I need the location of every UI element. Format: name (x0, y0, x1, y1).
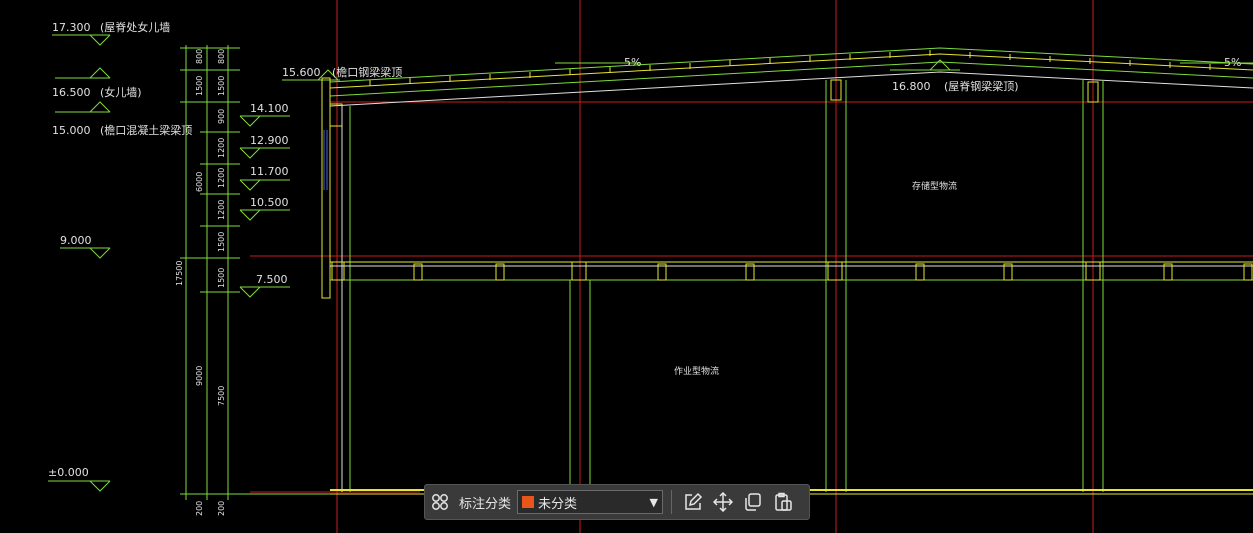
elev-value: 7.500 (256, 273, 288, 286)
chevron-down-icon: ▼ (649, 495, 659, 509)
eave-elev-value: 15.600 (282, 66, 321, 79)
cad-drawing-canvas[interactable]: 17.300 (屋脊处女儿墙 16.500 (女儿墙) 15.000 (檐口混凝… (0, 0, 1253, 533)
dim-label: 1500 (217, 76, 226, 96)
room-labels: 存储型物流 作业型物流 (674, 180, 957, 377)
elev-value: 14.100 (250, 102, 289, 115)
left-elevation-markers (48, 34, 111, 492)
move-icon (713, 492, 734, 512)
dim-label: 17500 (175, 261, 184, 286)
move-button[interactable] (708, 487, 738, 517)
left-elevation-labels: 17.300 (屋脊处女儿墙 16.500 (女儿墙) 15.000 (檐口混凝… (48, 20, 192, 479)
room-label-operation: 作业型物流 (674, 365, 719, 377)
building-frame (321, 77, 1253, 495)
edit-icon (685, 492, 703, 510)
dim-label: 1200 (217, 138, 226, 158)
grid-menu-button[interactable] (425, 487, 455, 517)
copy-button[interactable] (738, 487, 768, 517)
dim-label: 1500 (217, 232, 226, 252)
elev-value: 17.300 (52, 21, 91, 34)
dim-label: 1200 (217, 200, 226, 220)
annotation-toolbar: 标注分类 未分类 ▼ (424, 484, 810, 520)
dim-label: 800 (195, 49, 204, 64)
dim-label: 200 (217, 501, 226, 516)
room-label-storage: 存储型物流 (912, 180, 957, 192)
roof-structure (329, 47, 1253, 107)
slope-label: 5% (624, 56, 641, 69)
elev-value: 10.500 (250, 196, 289, 209)
right-elevation-labels: 14.100 12.900 11.700 10.500 7.500 (250, 102, 289, 286)
dim-label: 6000 (195, 172, 204, 192)
dimension-labels-inner: 800 1500 900 1200 1200 1200 1500 1500 75… (217, 49, 226, 516)
eave-elev-note: (檐口钢梁梁顶 (332, 65, 402, 79)
paste-button[interactable] (768, 487, 798, 517)
dim-label: 900 (217, 109, 226, 124)
elev-value: 15.000 (52, 124, 91, 137)
elev-note: (屋脊处女儿墙 (100, 20, 170, 34)
ridge-elev-value: 16.800 (892, 80, 931, 93)
paste-icon (775, 492, 792, 511)
floor-beams (331, 261, 1253, 281)
dim-label: 7500 (217, 386, 226, 406)
ridge-elev-note: (屋脊钢梁梁顶) (944, 79, 1019, 93)
copy-icon (745, 493, 761, 511)
elev-value: 12.900 (250, 134, 289, 147)
category-color-swatch (522, 496, 535, 508)
dim-label: 200 (195, 501, 204, 516)
elev-value: 9.000 (60, 234, 92, 247)
annotation-category-select[interactable]: 未分类 ▼ (517, 490, 664, 514)
elev-note: (女儿墙) (100, 85, 142, 99)
edit-button[interactable] (678, 487, 708, 517)
elev-value: ±0.000 (48, 466, 89, 479)
dim-label: 1500 (195, 76, 204, 96)
dim-label: 1200 (217, 168, 226, 188)
elev-value: 16.500 (52, 86, 91, 99)
annotation-category-label: 标注分类 (459, 496, 512, 512)
elev-note: (檐口混凝土梁梁顶 (100, 123, 192, 137)
toolbar-divider (671, 490, 673, 514)
grid-icon (432, 494, 448, 510)
elev-value: 11.700 (250, 165, 289, 178)
dim-label: 9000 (195, 366, 204, 386)
category-select-value: 未分类 (538, 496, 578, 512)
dimension-labels-outer: 800 1500 6000 17500 9000 200 (175, 49, 204, 516)
dim-label: 1500 (217, 268, 226, 288)
dim-label: 800 (217, 49, 226, 64)
